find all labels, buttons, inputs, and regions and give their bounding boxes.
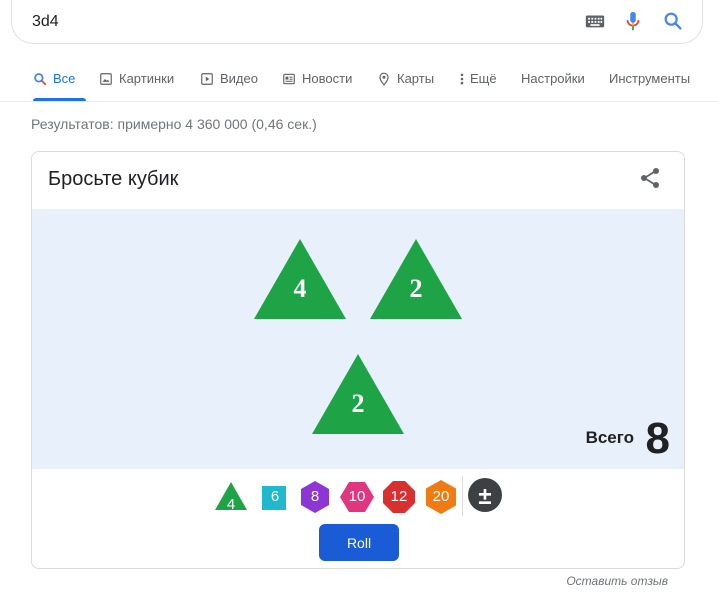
die-option-label: 6 xyxy=(270,488,280,505)
total-value: 8 xyxy=(645,414,670,463)
die-value: 2 xyxy=(351,389,365,418)
search-tabs: Все Картинки Видео Новости Карты Ещё Нас… xyxy=(0,56,718,102)
die-option-label: 4 xyxy=(226,496,236,513)
more-vert-icon xyxy=(460,73,464,84)
tab-label: Новости xyxy=(302,71,353,86)
roll-button[interactable]: Roll xyxy=(319,524,399,561)
keyboard-icon[interactable] xyxy=(584,10,606,32)
tab-label: Карты xyxy=(397,71,435,86)
tab-settings[interactable]: Настройки xyxy=(521,56,585,101)
map-pin-icon xyxy=(379,72,389,86)
news-icon xyxy=(283,73,295,84)
search-bar xyxy=(11,0,703,44)
tab-video[interactable]: Видео xyxy=(200,56,258,101)
dice-roller-card: Бросьте кубик 4 2 2 Всего 8 4 6 8 10 12 … xyxy=(31,151,685,569)
die-selector: 4 6 8 10 12 20 ± Roll xyxy=(32,469,684,568)
tab-more[interactable]: Ещё xyxy=(459,56,497,101)
tab-news[interactable]: Новости xyxy=(282,56,352,101)
die-option-label: 8 xyxy=(310,488,320,505)
selector-divider xyxy=(462,476,463,516)
share-icon[interactable] xyxy=(638,166,662,190)
microphone-icon[interactable] xyxy=(622,10,644,32)
total-label: Всего xyxy=(585,428,634,447)
feedback-link[interactable]: Оставить отзыв xyxy=(566,574,668,588)
modifier-symbol: ± xyxy=(478,483,492,510)
die-value: 2 xyxy=(409,274,423,303)
video-icon xyxy=(201,72,213,85)
tab-tools[interactable]: Инструменты xyxy=(609,56,690,101)
image-icon xyxy=(100,72,112,85)
tab-all[interactable]: Все xyxy=(33,56,75,101)
die-value: 4 xyxy=(293,274,307,303)
search-icon xyxy=(34,72,47,85)
tab-label: Картинки xyxy=(119,71,175,86)
result-stats: Результатов: примерно 4 360 000 (0,46 се… xyxy=(31,116,317,132)
tab-label: Настройки xyxy=(521,71,585,86)
tab-label: Все xyxy=(53,71,76,86)
dice-display: 4 2 2 Всего 8 xyxy=(32,209,684,469)
die-option-label: 20 xyxy=(432,488,450,505)
die-option-label: 12 xyxy=(390,488,408,505)
tab-label: Инструменты xyxy=(609,71,691,86)
card-title: Бросьте кубик xyxy=(48,168,179,190)
active-tab-indicator xyxy=(33,98,86,101)
search-input[interactable] xyxy=(32,12,552,31)
die-option-label: 10 xyxy=(348,488,366,505)
tab-images[interactable]: Картинки xyxy=(99,56,174,101)
tab-label: Видео xyxy=(220,71,258,86)
tab-label: Ещё xyxy=(470,71,497,86)
tab-maps[interactable]: Карты xyxy=(377,56,434,101)
search-icon[interactable] xyxy=(662,10,684,32)
